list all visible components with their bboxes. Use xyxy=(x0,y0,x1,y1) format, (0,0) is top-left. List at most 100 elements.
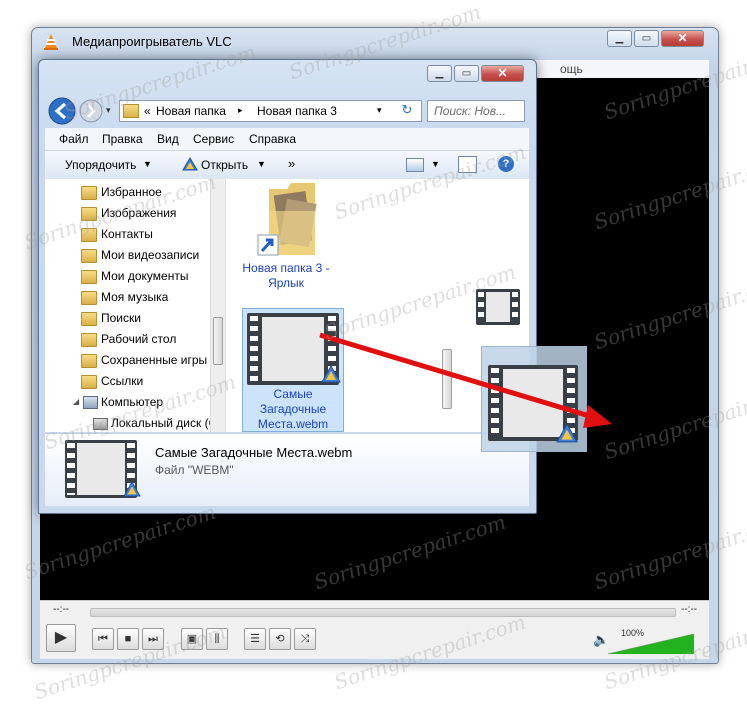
nav-scrollbar-thumb[interactable] xyxy=(213,317,223,365)
breadcrumb-overflow[interactable]: « xyxy=(144,104,151,118)
details-pane: Самые Загадочные Места.webm Файл "WEBM" xyxy=(45,433,529,506)
vlc-controls: --:-- --:-- ▶ ⏮ ■ ⏭ ▣ ⫼ ☰ ⟲ ⤨ 🔈 100% xyxy=(40,600,709,659)
list-item-selected[interactable]: Самые Загадочные Места.webm xyxy=(242,308,344,432)
drive-icon xyxy=(93,418,108,430)
open-dropdown-icon[interactable]: ▼ xyxy=(257,159,266,169)
nav-item[interactable]: Мои документы xyxy=(101,269,188,283)
expand-icon[interactable]: ◢ xyxy=(73,397,79,406)
minimize-button[interactable]: ▁ xyxy=(427,65,452,82)
breadcrumb-separator-icon[interactable]: ▸ xyxy=(238,105,243,116)
loop-icon[interactable]: ⟲ xyxy=(269,628,291,650)
breadcrumb-item[interactable]: Новая папка xyxy=(156,104,226,118)
content-scrollbar-thumb[interactable] xyxy=(442,349,452,409)
breadcrumb-item[interactable]: Новая папка 3 xyxy=(257,104,337,118)
next-icon[interactable]: ⏭ xyxy=(142,628,164,650)
nav-item[interactable]: Ссылки xyxy=(101,374,143,388)
vlc-badge-icon xyxy=(123,481,141,497)
nav-item[interactable]: Мои видеозаписи xyxy=(101,248,199,262)
seek-bar[interactable] xyxy=(90,608,676,617)
navigation-pane: Избранное Изображения Контакты Мои видео… xyxy=(45,179,226,432)
menu-file[interactable]: Файл xyxy=(59,132,89,146)
help-icon[interactable]: ? xyxy=(498,156,514,172)
nav-item[interactable]: Локальный диск (C: xyxy=(111,416,221,430)
close-button[interactable]: ✕ xyxy=(481,65,524,82)
menu-help[interactable]: Справка xyxy=(249,132,296,146)
computer-icon xyxy=(83,396,98,409)
drag-ghost xyxy=(481,346,587,452)
explorer-window-buttons: ▁ ▭ ✕ xyxy=(427,65,527,83)
explorer-toolbar: Упорядочить ▼ Открыть ▼ » ▼ ? xyxy=(45,151,529,180)
address-dropdown-icon[interactable]: ▾ xyxy=(377,105,382,116)
nav-item[interactable]: Поиски xyxy=(101,311,141,325)
explorer-menubar: Файл Правка Вид Сервис Справка xyxy=(45,128,529,150)
vlc-window-buttons: ▁ ▭ ✕ xyxy=(607,30,707,48)
item-label: Ярлык xyxy=(268,276,304,290)
speaker-icon[interactable]: 🔈 xyxy=(593,632,609,648)
contacts-icon xyxy=(81,228,97,242)
content-scrollbar[interactable] xyxy=(440,179,455,432)
preview-pane-icon[interactable] xyxy=(458,156,477,173)
explorer-window: ▁ ▭ ✕ ▾ « Новая папка ▸ Новая папка 3 ▾ … xyxy=(38,59,537,514)
close-button[interactable]: ✕ xyxy=(661,30,704,47)
searches-icon xyxy=(81,312,97,326)
fullscreen-icon[interactable]: ▣ xyxy=(181,628,203,650)
item-label: Загадочные xyxy=(259,402,327,416)
forward-button[interactable] xyxy=(78,98,104,124)
item-label: Новая папка 3 - xyxy=(242,261,330,275)
item-label: Места.webm xyxy=(257,417,329,431)
folder-shortcut-icon xyxy=(257,183,317,256)
nav-item[interactable]: Компьютер xyxy=(101,395,163,409)
play-button[interactable]: ▶ xyxy=(46,624,76,652)
maximize-button[interactable]: ▭ xyxy=(634,30,659,47)
back-button[interactable] xyxy=(47,96,77,126)
open-app-icon xyxy=(182,157,198,171)
stop-icon[interactable]: ■ xyxy=(117,628,139,650)
vlc-menu-help-fragment[interactable]: ощь xyxy=(560,62,583,76)
address-bar[interactable]: « Новая папка ▸ Новая папка 3 ▾ xyxy=(119,100,422,122)
links-icon xyxy=(81,375,97,389)
nav-scrollbar[interactable] xyxy=(210,179,225,432)
views-dropdown-icon[interactable]: ▼ xyxy=(431,159,440,169)
search-input[interactable]: Поиск: Нов... xyxy=(427,100,525,122)
organize-button[interactable]: Упорядочить xyxy=(65,158,136,172)
nav-item[interactable]: Контакты xyxy=(101,227,153,241)
drag-small-icon xyxy=(476,289,520,325)
minimize-button[interactable]: ▁ xyxy=(607,30,632,47)
nav-item[interactable]: Рабочий стол xyxy=(101,332,176,346)
nav-item[interactable]: Избранное xyxy=(101,185,162,199)
organize-dropdown-icon[interactable]: ▼ xyxy=(143,159,152,169)
item-label: Самые xyxy=(273,387,313,401)
menu-tools[interactable]: Сервис xyxy=(193,132,234,146)
shuffle-icon[interactable]: ⤨ xyxy=(294,628,316,650)
volume-slider[interactable] xyxy=(608,634,694,654)
vlc-badge-icon xyxy=(321,365,341,383)
videos-icon xyxy=(81,249,97,263)
vlc-window-title: Медиапроигрыватель VLC xyxy=(72,34,232,49)
refresh-icon[interactable]: ↻ xyxy=(396,102,418,120)
details-file-name: Самые Загадочные Места.webm xyxy=(155,445,353,460)
open-button[interactable]: Открыть xyxy=(201,158,248,172)
pictures-icon xyxy=(81,207,97,221)
nav-item[interactable]: Сохраненные игры xyxy=(101,353,207,367)
vlc-cone-icon xyxy=(44,34,58,50)
desktop-icon xyxy=(81,333,97,347)
nav-item[interactable]: Моя музыка xyxy=(101,290,168,304)
music-icon xyxy=(81,291,97,305)
toolbar-more-button[interactable]: » xyxy=(288,156,295,171)
documents-icon xyxy=(81,270,97,284)
list-item[interactable]: Новая папка 3 - Ярлык xyxy=(241,181,331,299)
nav-item[interactable]: Изображения xyxy=(101,206,176,220)
menu-edit[interactable]: Правка xyxy=(102,132,143,146)
recent-pages-dropdown-icon[interactable]: ▾ xyxy=(106,105,111,116)
elapsed-time: --:-- xyxy=(53,604,70,615)
playlist-icon[interactable]: ☰ xyxy=(244,628,266,650)
views-icon[interactable] xyxy=(406,158,424,172)
vlc-badge-icon xyxy=(556,423,578,443)
saved-games-icon xyxy=(81,354,97,368)
favorites-icon xyxy=(81,186,97,200)
previous-icon[interactable]: ⏮ xyxy=(92,628,114,650)
menu-view[interactable]: Вид xyxy=(157,132,179,146)
maximize-button[interactable]: ▭ xyxy=(454,65,479,82)
total-time: --:-- xyxy=(681,604,698,615)
extended-settings-icon[interactable]: ⫼ xyxy=(206,628,228,650)
